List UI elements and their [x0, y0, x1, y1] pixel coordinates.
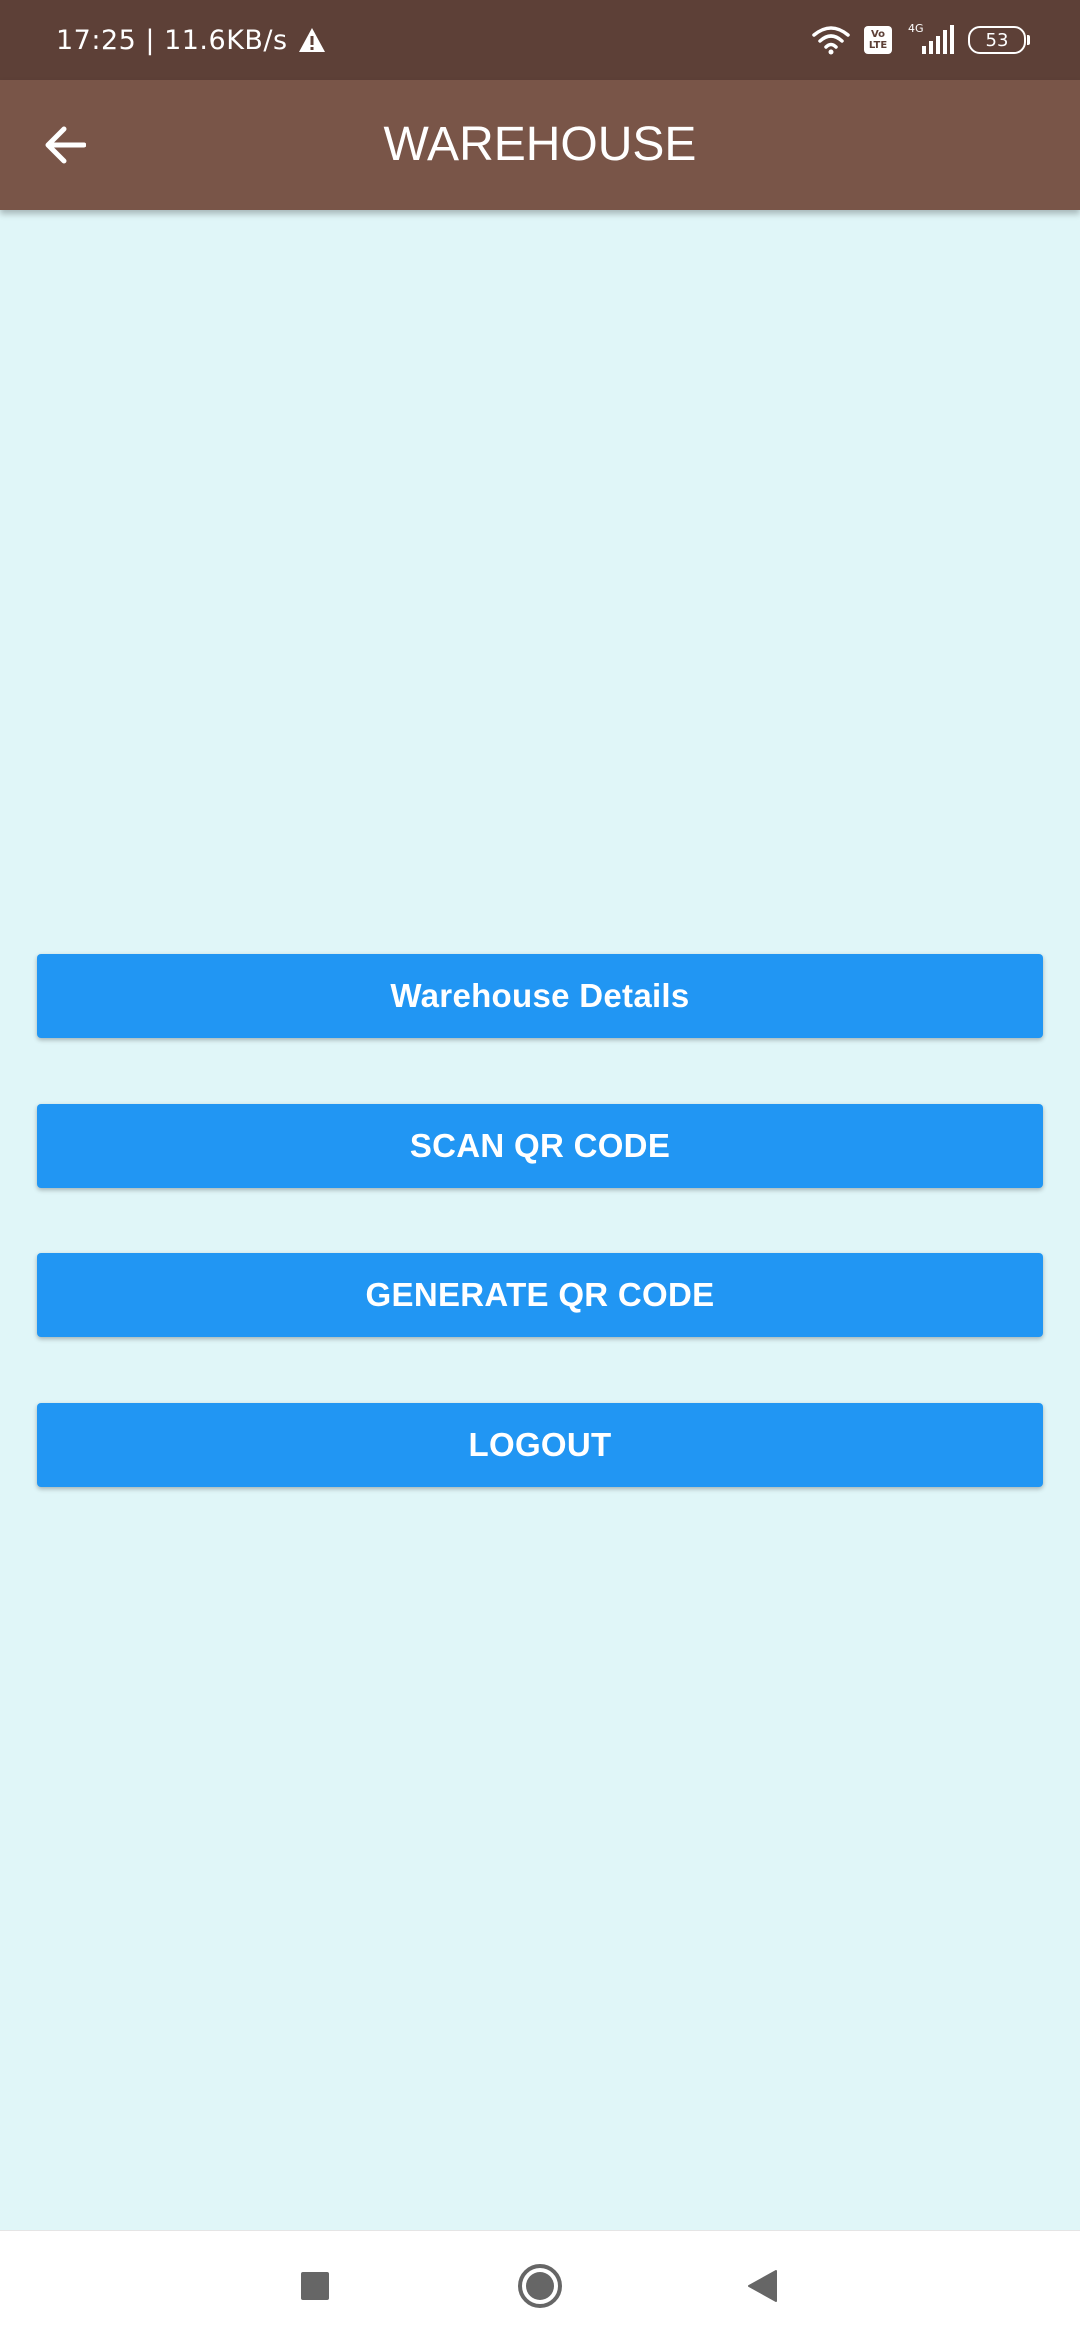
system-back-button[interactable]	[712, 2231, 812, 2341]
volte-top-label: Vo	[870, 29, 886, 40]
app-bar: WAREHOUSE	[0, 80, 1080, 210]
logout-button[interactable]: LOGOUT	[37, 1403, 1043, 1487]
signal-icon: 4G	[906, 22, 954, 56]
status-left: 17:25 | 11.6KB/s	[56, 0, 326, 80]
battery-level: 53	[985, 29, 1009, 51]
recents-square-icon	[300, 2271, 330, 2301]
network-type-label: 4G	[908, 22, 924, 35]
generate-qr-code-button[interactable]: GENERATE QR CODE	[37, 1253, 1043, 1337]
home-circle-icon	[517, 2263, 563, 2309]
status-right: Vo LTE 4G 53	[812, 0, 1030, 80]
status-bar: 17:25 | 11.6KB/s Vo LTE 4G 53	[0, 0, 1080, 80]
scan-qr-code-button[interactable]: SCAN QR CODE	[37, 1104, 1043, 1188]
arrow-left-icon	[44, 125, 86, 165]
home-button[interactable]	[490, 2231, 590, 2341]
warning-icon	[298, 27, 326, 53]
battery-tip	[1027, 35, 1030, 45]
volte-bottom-label: LTE	[868, 40, 888, 51]
back-button[interactable]	[28, 108, 102, 182]
warehouse-details-button[interactable]: Warehouse Details	[37, 954, 1043, 1038]
wifi-icon	[812, 25, 850, 55]
back-triangle-icon	[746, 2269, 778, 2303]
volte-icon: Vo LTE	[864, 26, 892, 54]
page-title: WAREHOUSE	[383, 118, 697, 171]
battery-icon: 53	[968, 26, 1030, 54]
status-time-speed: 17:25 | 11.6KB/s	[56, 24, 288, 56]
system-nav-bar	[0, 2230, 1080, 2341]
recents-button[interactable]	[265, 2231, 365, 2341]
